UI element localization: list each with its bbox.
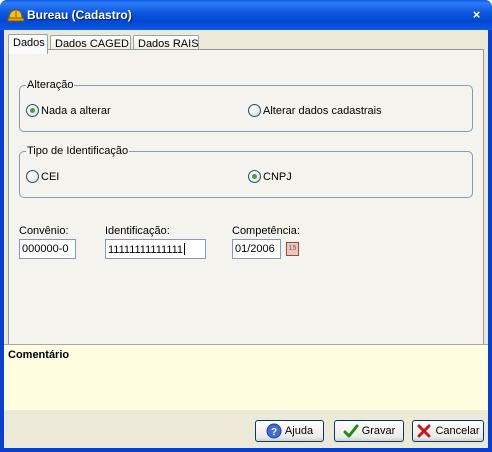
radio-cei[interactable]: CEI	[26, 170, 59, 183]
window: Bureau (Cadastro) × Dados Dados CAGED Da…	[0, 0, 492, 452]
title-bar[interactable]: Bureau (Cadastro) ×	[0, 0, 492, 30]
client-area: Dados Dados CAGED Dados RAIS Alteração N…	[4, 30, 488, 448]
radio-label: CNPJ	[263, 170, 292, 183]
cancel-button[interactable]: Cancelar	[412, 420, 484, 442]
identificacao-label: Identificação:	[105, 225, 170, 237]
identificacao-field[interactable]: 11111111111111	[105, 239, 206, 259]
help-icon: ?	[266, 423, 282, 439]
window-title: Bureau (Cadastro)	[27, 8, 132, 22]
save-button-label: Gravar	[361, 425, 396, 437]
checkmark-icon	[343, 424, 359, 438]
close-icon: ×	[472, 7, 481, 22]
svg-text:?: ?	[271, 427, 277, 438]
cancel-button-label: Cancelar	[435, 425, 480, 437]
text-cursor	[184, 243, 186, 255]
tipo-identificacao-group-title: Tipo de Identificação	[26, 145, 130, 157]
alteracao-group: Alteração Nada a alterar Alterar dados c…	[19, 79, 473, 132]
radio-selected-icon	[248, 170, 261, 183]
calendar-icon[interactable]: 15	[286, 242, 299, 256]
tab-dados[interactable]: Dados	[8, 34, 48, 54]
radio-label: Alterar dados cadastrais	[263, 104, 382, 117]
save-button[interactable]: Gravar	[334, 420, 404, 442]
radio-label: Nada a alterar	[41, 104, 111, 117]
close-button[interactable]: ×	[467, 6, 486, 24]
tipo-identificacao-group: Tipo de Identificação CEI CNPJ	[19, 145, 473, 198]
comment-area[interactable]: Comentário	[4, 344, 488, 410]
radio-nada-a-alterar[interactable]: Nada a alterar	[26, 104, 111, 117]
radio-label: CEI	[41, 170, 60, 183]
convenio-field[interactable]: 000000-0	[19, 239, 76, 259]
identificacao-value: 11111111111111	[108, 244, 184, 256]
x-icon	[417, 424, 431, 438]
radio-unselected-icon	[26, 170, 39, 183]
alteracao-group-title: Alteração	[26, 79, 75, 91]
hardhat-icon	[7, 9, 24, 22]
comment-label: Comentário	[8, 349, 70, 361]
help-button-label: Ajuda	[284, 425, 314, 437]
radio-cnpj[interactable]: CNPJ	[248, 170, 292, 183]
radio-unselected-icon	[248, 104, 261, 117]
tab-panel: Alteração Nada a alterar Alterar dados c…	[8, 49, 484, 376]
radio-alterar-dados-cadastrais[interactable]: Alterar dados cadastrais	[248, 104, 382, 117]
convenio-label: Convênio:	[19, 225, 69, 237]
competencia-field[interactable]: 01/2006	[232, 239, 281, 259]
help-button[interactable]: ? Ajuda	[255, 420, 324, 442]
competencia-label: Competência:	[232, 225, 300, 237]
radio-selected-icon	[26, 104, 39, 117]
